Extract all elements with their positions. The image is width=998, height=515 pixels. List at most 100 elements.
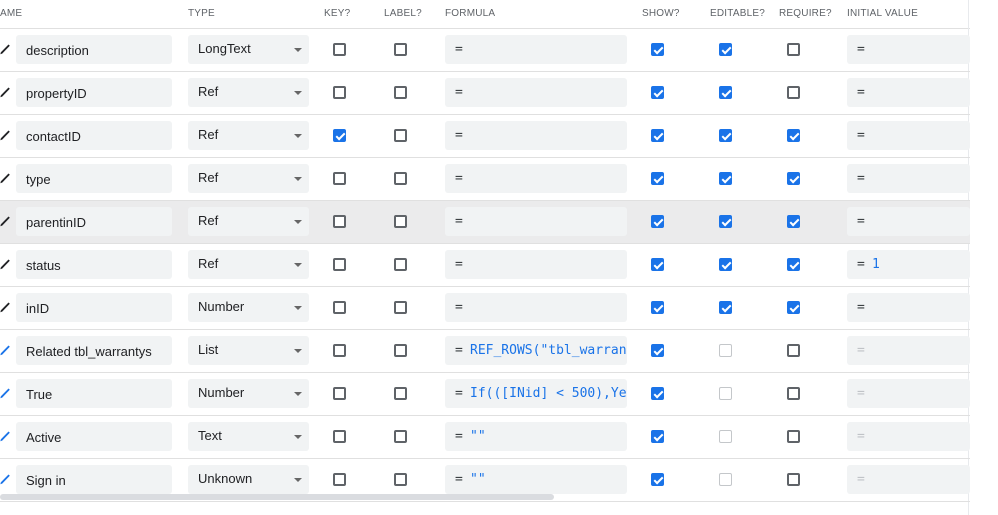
column-type-select[interactable]: Number <box>188 293 309 322</box>
formula-field[interactable]: = <box>445 250 627 279</box>
show-checkbox[interactable] <box>651 215 664 228</box>
column-name-field[interactable]: contactID <box>16 121 172 150</box>
column-name-field[interactable]: propertyID <box>16 78 172 107</box>
formula-field[interactable]: = If(([INid] < 500),Yes <box>445 379 627 408</box>
show-checkbox[interactable] <box>651 258 664 271</box>
label-checkbox[interactable] <box>394 172 407 185</box>
key-checkbox[interactable] <box>333 86 346 99</box>
editable-checkbox[interactable] <box>719 215 732 228</box>
key-checkbox[interactable] <box>333 215 346 228</box>
editable-checkbox[interactable] <box>719 258 732 271</box>
show-checkbox[interactable] <box>651 473 664 486</box>
label-checkbox[interactable] <box>394 430 407 443</box>
label-checkbox[interactable] <box>394 86 407 99</box>
formula-field[interactable]: = REF_ROWS("tbl_warrant <box>445 336 627 365</box>
show-checkbox[interactable] <box>651 86 664 99</box>
pencil-icon[interactable] <box>0 430 10 442</box>
label-checkbox[interactable] <box>394 129 407 142</box>
label-checkbox[interactable] <box>394 301 407 314</box>
key-checkbox[interactable] <box>333 43 346 56</box>
show-checkbox[interactable] <box>651 387 664 400</box>
formula-field[interactable]: = <box>445 121 627 150</box>
pencil-icon[interactable] <box>0 43 10 55</box>
key-checkbox[interactable] <box>333 301 346 314</box>
column-name-field[interactable]: Active <box>16 422 172 451</box>
require-checkbox[interactable] <box>787 473 800 486</box>
initial-value-field[interactable]: = <box>847 422 970 451</box>
key-checkbox[interactable] <box>333 473 346 486</box>
column-name-field[interactable]: type <box>16 164 172 193</box>
editable-checkbox[interactable] <box>719 86 732 99</box>
pencil-icon[interactable] <box>0 172 10 184</box>
pencil-icon[interactable] <box>0 258 10 270</box>
initial-value-field[interactable]: = <box>847 207 970 236</box>
pencil-icon[interactable] <box>0 301 10 313</box>
column-type-select[interactable]: Ref <box>188 207 309 236</box>
column-type-select[interactable]: Ref <box>188 250 309 279</box>
editable-checkbox[interactable] <box>719 387 732 400</box>
formula-field[interactable]: = <box>445 164 627 193</box>
column-type-select[interactable]: Ref <box>188 78 309 107</box>
column-name-field[interactable]: Sign in <box>16 465 172 494</box>
key-checkbox[interactable] <box>333 344 346 357</box>
column-name-field[interactable]: status <box>16 250 172 279</box>
show-checkbox[interactable] <box>651 344 664 357</box>
initial-value-field[interactable]: = <box>847 121 970 150</box>
require-checkbox[interactable] <box>787 258 800 271</box>
column-name-field[interactable]: description <box>16 35 172 64</box>
initial-value-field[interactable]: = <box>847 336 970 365</box>
require-checkbox[interactable] <box>787 43 800 56</box>
pencil-icon[interactable] <box>0 473 10 485</box>
initial-value-field[interactable]: = <box>847 78 970 107</box>
column-name-field[interactable]: True <box>16 379 172 408</box>
show-checkbox[interactable] <box>651 172 664 185</box>
require-checkbox[interactable] <box>787 344 800 357</box>
initial-value-field[interactable]: = <box>847 293 970 322</box>
initial-value-field[interactable]: = <box>847 164 970 193</box>
require-checkbox[interactable] <box>787 430 800 443</box>
label-checkbox[interactable] <box>394 43 407 56</box>
require-checkbox[interactable] <box>787 215 800 228</box>
formula-field[interactable]: = <box>445 78 627 107</box>
formula-field[interactable]: = <box>445 293 627 322</box>
horizontal-scrollbar[interactable] <box>0 494 554 500</box>
column-type-select[interactable]: LongText <box>188 35 309 64</box>
pencil-icon[interactable] <box>0 129 10 141</box>
pencil-icon[interactable] <box>0 215 10 227</box>
column-type-select[interactable]: List <box>188 336 309 365</box>
key-checkbox[interactable] <box>333 129 346 142</box>
initial-value-field[interactable]: = <box>847 465 970 494</box>
editable-checkbox[interactable] <box>719 344 732 357</box>
column-name-field[interactable]: inID <box>16 293 172 322</box>
column-name-field[interactable]: parentinID <box>16 207 172 236</box>
key-checkbox[interactable] <box>333 387 346 400</box>
key-checkbox[interactable] <box>333 258 346 271</box>
require-checkbox[interactable] <box>787 172 800 185</box>
editable-checkbox[interactable] <box>719 129 732 142</box>
pencil-icon[interactable] <box>0 86 10 98</box>
editable-checkbox[interactable] <box>719 473 732 486</box>
label-checkbox[interactable] <box>394 387 407 400</box>
pencil-icon[interactable] <box>0 387 10 399</box>
editable-checkbox[interactable] <box>719 301 732 314</box>
initial-value-field[interactable]: = <box>847 379 970 408</box>
column-type-select[interactable]: Number <box>188 379 309 408</box>
key-checkbox[interactable] <box>333 172 346 185</box>
key-checkbox[interactable] <box>333 430 346 443</box>
editable-checkbox[interactable] <box>719 43 732 56</box>
show-checkbox[interactable] <box>651 430 664 443</box>
require-checkbox[interactable] <box>787 387 800 400</box>
label-checkbox[interactable] <box>394 215 407 228</box>
formula-field[interactable]: = <box>445 207 627 236</box>
label-checkbox[interactable] <box>394 473 407 486</box>
editable-checkbox[interactable] <box>719 430 732 443</box>
column-name-field[interactable]: Related tbl_warrantys <box>16 336 172 365</box>
require-checkbox[interactable] <box>787 129 800 142</box>
initial-value-field[interactable]: = <box>847 35 970 64</box>
require-checkbox[interactable] <box>787 86 800 99</box>
label-checkbox[interactable] <box>394 258 407 271</box>
initial-value-field[interactable]: = 1 <box>847 250 970 279</box>
require-checkbox[interactable] <box>787 301 800 314</box>
show-checkbox[interactable] <box>651 301 664 314</box>
formula-field[interactable]: = <box>445 35 627 64</box>
